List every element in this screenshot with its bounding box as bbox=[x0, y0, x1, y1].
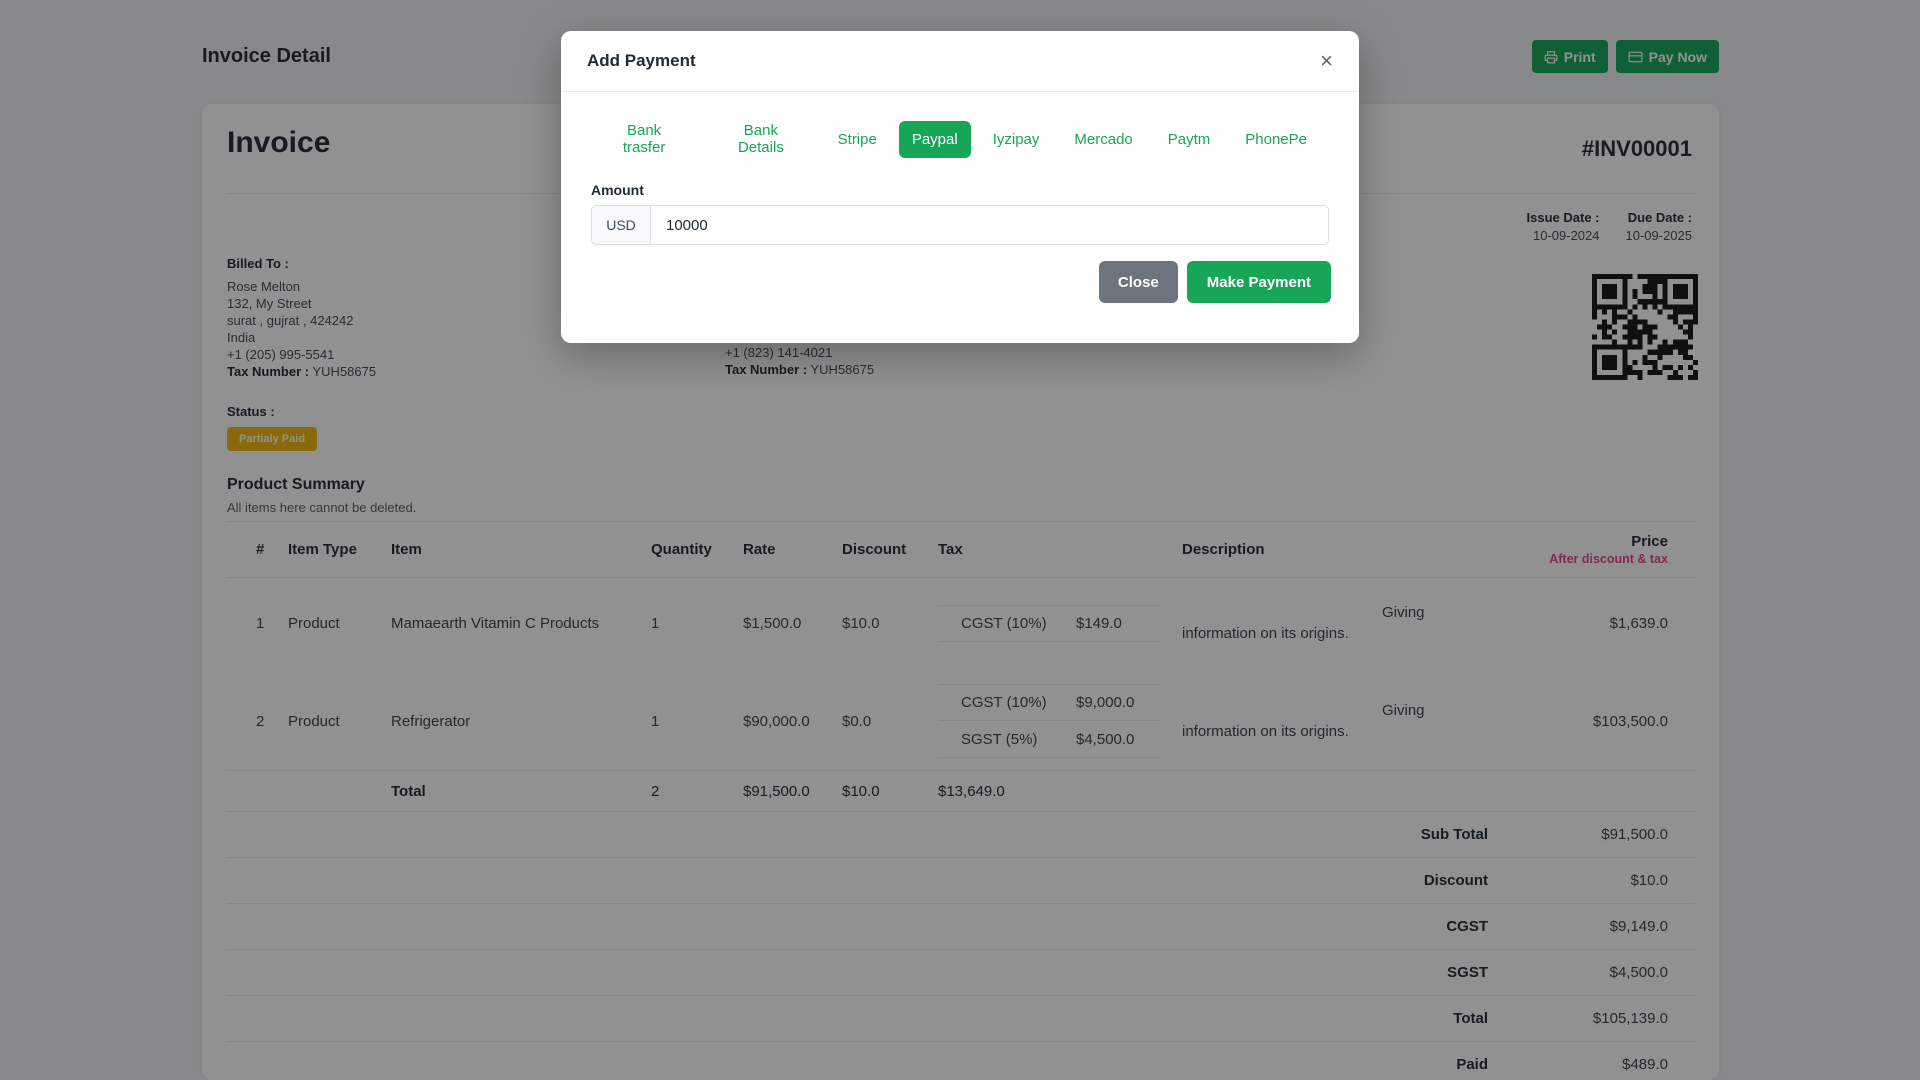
currency-addon: USD bbox=[591, 205, 650, 245]
modal-footer: Close Make Payment bbox=[561, 245, 1359, 303]
tab-paytm[interactable]: Paytm bbox=[1155, 121, 1224, 158]
payment-method-tabs: Bank trasfer Bank Details Stripe Paypal Iyzi… bbox=[591, 112, 1329, 166]
close-icon[interactable]: × bbox=[1320, 50, 1333, 72]
amount-input-group: USD bbox=[591, 205, 1329, 245]
amount-label: Amount bbox=[591, 182, 644, 198]
make-payment-button[interactable]: Make Payment bbox=[1186, 261, 1331, 303]
tab-mercado[interactable]: Mercado bbox=[1061, 121, 1145, 158]
modal-title: Add Payment bbox=[587, 51, 696, 70]
tab-iyzipay[interactable]: Iyzipay bbox=[980, 121, 1053, 158]
tab-bank-trasfer[interactable]: Bank trasfer bbox=[591, 112, 697, 166]
tab-paypal[interactable]: Paypal bbox=[898, 120, 971, 158]
tab-phonepe[interactable]: PhonePe bbox=[1232, 121, 1320, 158]
tab-stripe[interactable]: Stripe bbox=[825, 121, 890, 158]
tab-bank-details[interactable]: Bank Details bbox=[706, 112, 815, 166]
amount-input[interactable] bbox=[650, 205, 1329, 245]
modal-body: Bank trasfer Bank Details Stripe Paypal Iyzi… bbox=[561, 92, 1359, 245]
modal-header: Add Payment × bbox=[561, 31, 1359, 92]
add-payment-modal: Add Payment × Bank trasfer Bank Details St… bbox=[561, 31, 1359, 343]
close-button[interactable]: Close bbox=[1098, 261, 1178, 303]
